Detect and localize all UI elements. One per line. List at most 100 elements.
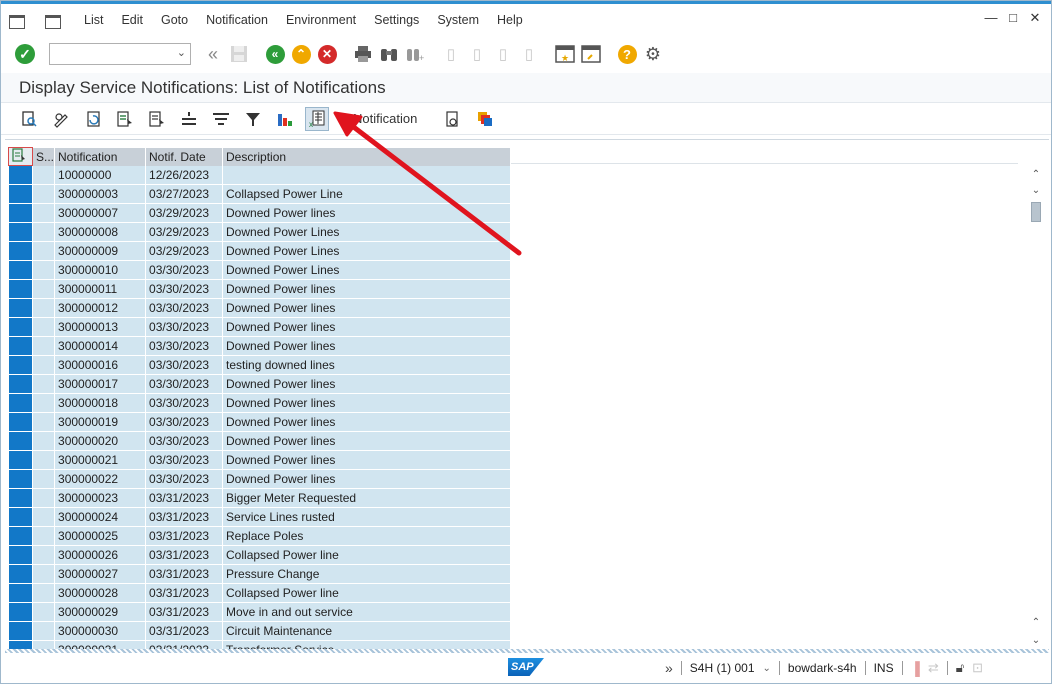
- notif-date-cell[interactable]: 03/27/2023: [145, 184, 224, 204]
- status-cell[interactable]: [32, 450, 56, 470]
- notif-date-cell[interactable]: 03/31/2023: [145, 602, 224, 622]
- row-selector[interactable]: [8, 298, 33, 318]
- command-field[interactable]: ⌄: [49, 43, 191, 65]
- status-cell[interactable]: [32, 564, 56, 584]
- sort-descending-icon[interactable]: [209, 107, 233, 131]
- page-up-icon[interactable]: ⌄: [1029, 184, 1043, 198]
- help-button[interactable]: ?: [617, 44, 637, 64]
- deselect-all-icon[interactable]: [145, 107, 169, 131]
- row-selector[interactable]: [8, 450, 33, 470]
- notif-date-cell[interactable]: 03/31/2023: [145, 621, 224, 641]
- table-row[interactable]: 300000021 03/30/2023 Downed Power lines: [8, 450, 512, 470]
- notification-cell[interactable]: 300000017: [54, 374, 147, 394]
- table-row[interactable]: 300000003 03/27/2023 Collapsed Power Line: [8, 184, 512, 204]
- status-cell[interactable]: [32, 583, 56, 603]
- notification-cell[interactable]: 300000013: [54, 317, 147, 337]
- description-cell[interactable]: Replace Poles: [222, 526, 512, 546]
- column-header-notif-date[interactable]: Notif. Date: [145, 147, 224, 166]
- description-cell[interactable]: Pressure Change: [222, 564, 512, 584]
- description-cell[interactable]: Downed Power Lines: [222, 241, 512, 261]
- notification-cell[interactable]: 300000008: [54, 222, 147, 242]
- table-row[interactable]: 300000026 03/31/2023 Collapsed Power line: [8, 545, 512, 565]
- table-row[interactable]: 300000019 03/30/2023 Downed Power lines: [8, 412, 512, 432]
- shortcut-icon[interactable]: [581, 44, 601, 64]
- display-details-icon[interactable]: [17, 107, 41, 131]
- table-row[interactable]: 300000009 03/29/2023 Downed Power Lines: [8, 241, 512, 261]
- table-row[interactable]: 300000025 03/31/2023 Replace Poles: [8, 526, 512, 546]
- description-cell[interactable]: Downed Power lines: [222, 317, 512, 337]
- status-cell[interactable]: [32, 488, 56, 508]
- table-row[interactable]: 300000013 03/30/2023 Downed Power lines: [8, 317, 512, 337]
- table-row[interactable]: 300000007 03/29/2023 Downed Power lines: [8, 203, 512, 223]
- notification-cell[interactable]: 300000027: [54, 564, 147, 584]
- print-preview-icon[interactable]: [441, 107, 465, 131]
- maximize-icon[interactable]: □: [1005, 10, 1021, 26]
- notif-date-cell[interactable]: 12/26/2023: [145, 165, 224, 185]
- description-cell[interactable]: Downed Power lines: [222, 374, 512, 394]
- row-selector[interactable]: [8, 184, 33, 204]
- description-cell[interactable]: Service Lines rusted: [222, 507, 512, 527]
- scroll-thumb[interactable]: [1031, 202, 1041, 222]
- notif-date-cell[interactable]: 03/30/2023: [145, 279, 224, 299]
- notif-date-cell[interactable]: 03/31/2023: [145, 488, 224, 508]
- row-selector[interactable]: [8, 393, 33, 413]
- row-selector[interactable]: [8, 488, 33, 508]
- select-all-icon[interactable]: [113, 107, 137, 131]
- notif-date-cell[interactable]: 03/29/2023: [145, 222, 224, 242]
- menu-item-notification[interactable]: Notification: [197, 9, 277, 31]
- description-cell[interactable]: Downed Power lines: [222, 336, 512, 356]
- notif-date-cell[interactable]: 03/31/2023: [145, 545, 224, 565]
- scroll-up-icon[interactable]: ⌃: [1029, 168, 1043, 182]
- table-row[interactable]: 300000030 03/31/2023 Circuit Maintenance: [8, 621, 512, 641]
- create-session-icon[interactable]: ★: [555, 44, 575, 64]
- collapse-toolbar-icon[interactable]: «: [203, 44, 223, 64]
- status-cell[interactable]: [32, 260, 56, 280]
- status-cell[interactable]: [32, 621, 56, 641]
- notif-date-cell[interactable]: 03/30/2023: [145, 336, 224, 356]
- row-selector[interactable]: [8, 336, 33, 356]
- vertical-scrollbar[interactable]: ⌃ ⌄ ⌃ ⌄: [1029, 168, 1043, 648]
- change-icon[interactable]: [49, 107, 73, 131]
- status-cell[interactable]: [32, 241, 56, 261]
- menu-item-system[interactable]: System: [428, 9, 488, 31]
- notification-cell[interactable]: 300000014: [54, 336, 147, 356]
- row-selector[interactable]: [8, 507, 33, 527]
- row-selector[interactable]: [8, 526, 33, 546]
- table-row[interactable]: 300000028 03/31/2023 Collapsed Power line: [8, 583, 512, 603]
- minimize-icon[interactable]: —: [983, 10, 999, 26]
- status-cell[interactable]: [32, 355, 56, 375]
- row-selector[interactable]: [8, 602, 33, 622]
- filter-icon[interactable]: [241, 107, 265, 131]
- select-all-rows-button[interactable]: [8, 147, 33, 166]
- notif-date-cell[interactable]: 03/31/2023: [145, 564, 224, 584]
- notification-cell[interactable]: 300000012: [54, 298, 147, 318]
- notification-cell[interactable]: 300000021: [54, 450, 147, 470]
- row-selector[interactable]: [8, 412, 33, 432]
- table-row[interactable]: 300000012 03/30/2023 Downed Power lines: [8, 298, 512, 318]
- table-row[interactable]: 300000014 03/30/2023 Downed Power lines: [8, 336, 512, 356]
- row-selector[interactable]: [8, 279, 33, 299]
- status-cell[interactable]: [32, 545, 56, 565]
- notification-cell[interactable]: 300000029: [54, 602, 147, 622]
- close-window-icon[interactable]: ✕: [1027, 10, 1043, 26]
- print-icon[interactable]: [353, 44, 373, 64]
- find-icon[interactable]: [379, 44, 399, 64]
- notification-cell[interactable]: 300000003: [54, 184, 147, 204]
- status-cell[interactable]: [32, 507, 56, 527]
- notification-cell[interactable]: 300000025: [54, 526, 147, 546]
- graphic-chart-icon[interactable]: [273, 107, 297, 131]
- description-cell[interactable]: Collapsed Power line: [222, 583, 512, 603]
- system-info-dropdown-icon[interactable]: ⌄: [763, 663, 771, 674]
- row-selector[interactable]: [8, 621, 33, 641]
- description-cell[interactable]: Bigger Meter Requested: [222, 488, 512, 508]
- table-row[interactable]: 300000008 03/29/2023 Downed Power Lines: [8, 222, 512, 242]
- notification-cell[interactable]: 300000016: [54, 355, 147, 375]
- status-cell[interactable]: [32, 374, 56, 394]
- menu-item-help[interactable]: Help: [488, 9, 532, 31]
- table-row[interactable]: 300000018 03/30/2023 Downed Power lines: [8, 393, 512, 413]
- description-cell[interactable]: Downed Power lines: [222, 393, 512, 413]
- chevron-down-icon[interactable]: ⌄: [177, 46, 186, 59]
- settings-gear-icon[interactable]: ⚙: [643, 44, 663, 64]
- description-cell[interactable]: Collapsed Power line: [222, 545, 512, 565]
- table-row[interactable]: 300000024 03/31/2023 Service Lines rusted: [8, 507, 512, 527]
